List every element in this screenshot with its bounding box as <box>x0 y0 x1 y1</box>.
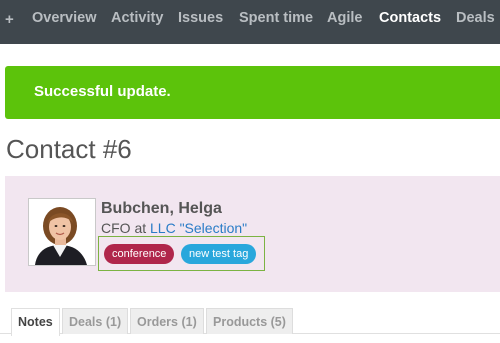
tab-orders[interactable]: Orders (1) <box>130 308 204 334</box>
menu-item-agile[interactable]: Agile <box>327 10 362 26</box>
contact-tabs: Notes Deals (1) Orders (1) Products (5) <box>0 306 500 343</box>
main-menu: + Overview Activity Issues Spent time Ag… <box>0 0 500 44</box>
menu-item-deals[interactable]: Deals <box>456 10 495 26</box>
person-photo-icon <box>29 199 95 265</box>
tags-container: conference new test tag <box>98 236 265 271</box>
flash-text: Successful update. <box>34 83 171 100</box>
job-title: CFO at <box>101 220 147 236</box>
contact-name: Bubchen, Helga <box>101 200 222 217</box>
menu-item-issues[interactable]: Issues <box>178 10 223 26</box>
menu-item-activity[interactable]: Activity <box>111 10 163 26</box>
menu-item-overview[interactable]: Overview <box>32 10 97 26</box>
success-flash-message: Successful update. <box>5 66 500 119</box>
contact-position: CFO at LLC "Selection" <box>101 220 247 236</box>
new-object-menu-button[interactable]: + <box>5 11 14 28</box>
tag-new-test-tag[interactable]: new test tag <box>181 244 257 264</box>
contact-avatar <box>28 198 96 266</box>
company-link[interactable]: LLC "Selection" <box>150 220 247 236</box>
tab-notes[interactable]: Notes <box>11 308 60 336</box>
menu-item-contacts[interactable]: Contacts <box>379 10 441 26</box>
contact-card: Bubchen, Helga CFO at LLC "Selection" co… <box>5 176 500 292</box>
tab-products[interactable]: Products (5) <box>206 308 293 334</box>
tab-deals[interactable]: Deals (1) <box>62 308 129 334</box>
menu-item-spent-time[interactable]: Spent time <box>239 10 313 26</box>
page-title: Contact #6 <box>6 134 132 164</box>
tag-conference[interactable]: conference <box>104 244 175 264</box>
